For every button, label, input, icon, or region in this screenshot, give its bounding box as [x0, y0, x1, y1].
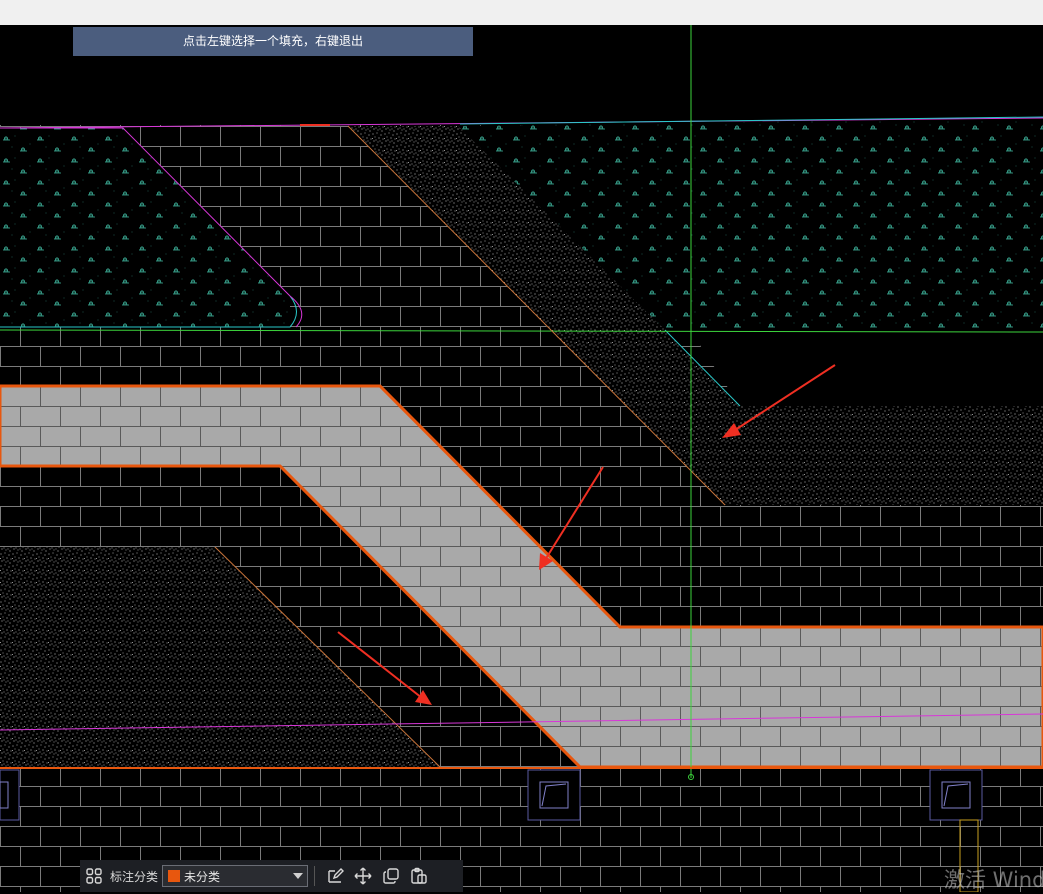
windows-activation-watermark: 激活 Windo	[944, 868, 1043, 892]
paste-icon[interactable]	[405, 862, 433, 890]
category-select-value: 未分类	[184, 869, 221, 884]
marker-box-left[interactable]	[0, 769, 20, 821]
category-label: 标注分类	[110, 869, 159, 884]
move-icon[interactable]	[349, 862, 377, 890]
window-top-strip	[0, 0, 1043, 25]
grid-apps-icon[interactable]	[80, 862, 108, 890]
category-color-swatch	[168, 870, 181, 882]
drawing-svg[interactable]	[0, 25, 1043, 892]
category-select[interactable]: 未分类	[162, 865, 309, 887]
marker-box-center[interactable]	[527, 769, 581, 821]
edit-icon[interactable]	[321, 862, 349, 890]
chevron-down-icon	[293, 873, 304, 879]
command-prompt-tooltip: 点击左键选择一个填充，右键退出	[73, 27, 473, 56]
toolbar-separator	[314, 866, 316, 886]
copy-icon[interactable]	[377, 862, 405, 890]
cad-drawing-canvas[interactable]: 点击左键选择一个填充，右键退出	[0, 25, 1043, 892]
blank-wedge	[690, 330, 1043, 406]
annotation-toolbar: 标注分类 未分类	[80, 860, 463, 892]
